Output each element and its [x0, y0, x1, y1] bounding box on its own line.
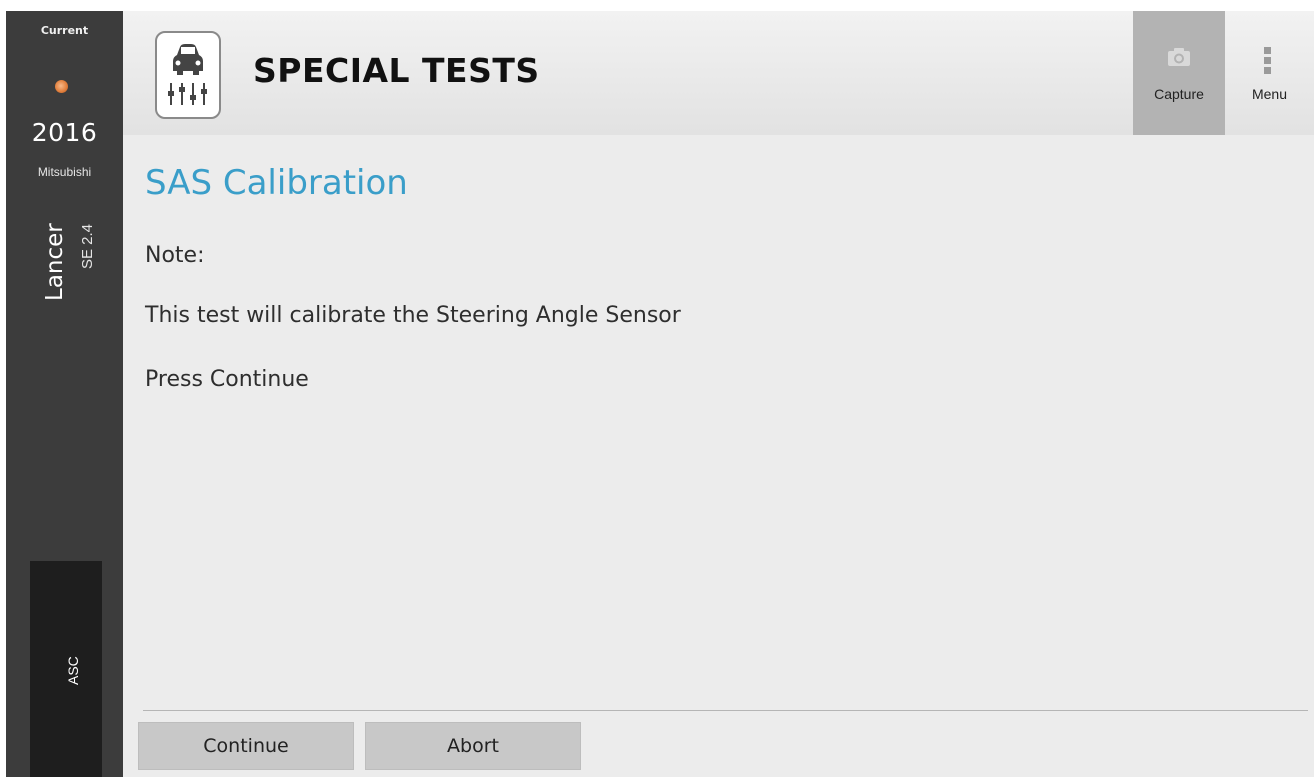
- vehicle-year: 2016: [31, 118, 98, 147]
- vehicle-model: Lancer: [42, 223, 68, 301]
- top-bar: SPECIAL TESTS Capture Menu: [123, 11, 1314, 135]
- page-title: SPECIAL TESTS: [253, 51, 540, 90]
- instruction-text: Press Continue: [145, 367, 309, 392]
- footer-divider: [143, 710, 1308, 711]
- test-title: SAS Calibration: [145, 163, 408, 203]
- system-tab-label: ASC: [65, 656, 81, 685]
- capture-button[interactable]: Capture: [1133, 11, 1225, 135]
- menu-label: Menu: [1251, 86, 1288, 102]
- vehicle-make: Mitsubishi: [37, 165, 92, 179]
- test-content: SAS Calibration Note: This test will cal…: [123, 135, 1314, 777]
- vehicle-sidebar: Current 2016 Mitsubishi Lancer SE 2.4 AS…: [6, 11, 123, 777]
- more-vertical-icon: [1264, 47, 1272, 75]
- system-tab-asc[interactable]: ASC: [30, 561, 102, 777]
- continue-button[interactable]: Continue: [138, 722, 354, 770]
- current-vehicle-label: Current: [40, 24, 89, 37]
- camera-icon: [1168, 48, 1190, 66]
- abort-button[interactable]: Abort: [365, 722, 581, 770]
- note-label: Note:: [145, 243, 205, 268]
- app-screen: Current 2016 Mitsubishi Lancer SE 2.4 AS…: [6, 11, 1314, 777]
- test-description: This test will calibrate the Steering An…: [145, 303, 681, 328]
- vehicle-trim: SE 2.4: [79, 223, 96, 269]
- connection-status-icon: [55, 80, 68, 93]
- menu-button[interactable]: Menu: [1225, 11, 1314, 135]
- capture-label: Capture: [1154, 86, 1204, 102]
- special-tests-icon: [155, 31, 221, 119]
